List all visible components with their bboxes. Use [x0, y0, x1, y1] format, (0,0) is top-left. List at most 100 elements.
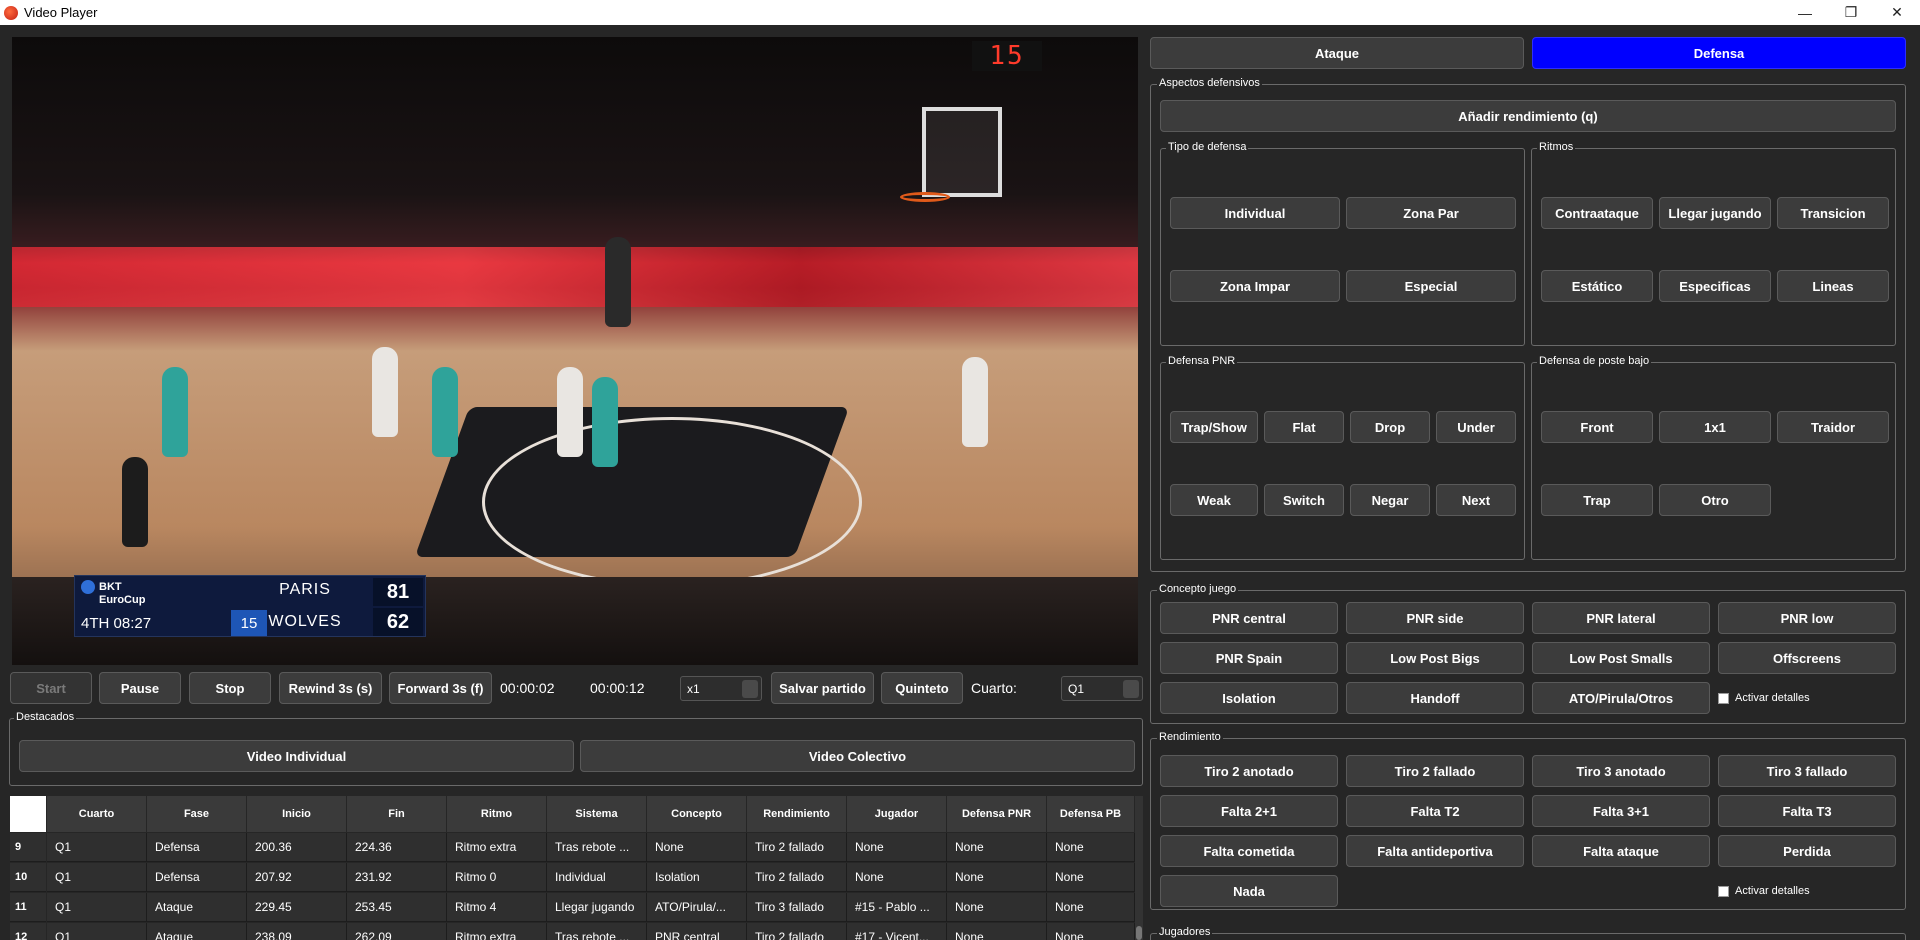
table-row[interactable]: 12 Q1 Ataque 238.09 262.09 Ritmo extra T…: [10, 923, 1135, 940]
table-cell[interactable]: None: [947, 893, 1047, 922]
concept-button[interactable]: PNR central: [1160, 602, 1338, 634]
pnr-defense-button[interactable]: Trap/Show: [1170, 411, 1258, 443]
tab-defensa[interactable]: Defensa: [1532, 37, 1906, 69]
table-cell[interactable]: None: [947, 863, 1047, 892]
table-cell[interactable]: 253.45: [347, 893, 447, 922]
concept-button[interactable]: PNR Spain: [1160, 642, 1338, 674]
start-button[interactable]: Start: [10, 672, 92, 704]
quarter-select[interactable]: Q1: [1061, 676, 1143, 701]
plays-table[interactable]: Cuarto Fase Inicio Fin Ritmo Sistema Con…: [10, 796, 1135, 940]
concept-button[interactable]: Low Post Bigs: [1346, 642, 1524, 674]
table-cell[interactable]: Ritmo extra: [447, 833, 547, 862]
table-cell[interactable]: 229.45: [247, 893, 347, 922]
defense-type-button[interactable]: Especial: [1346, 270, 1516, 302]
scrollbar-thumb[interactable]: [1136, 926, 1142, 940]
speed-select[interactable]: x1: [680, 676, 762, 701]
rewind-button[interactable]: Rewind 3s (s): [279, 672, 382, 704]
table-cell[interactable]: 224.36: [347, 833, 447, 862]
concept-button[interactable]: PNR lateral: [1532, 602, 1710, 634]
performance-button[interactable]: Tiro 3 fallado: [1718, 755, 1896, 787]
performance-button[interactable]: Tiro 3 anotado: [1532, 755, 1710, 787]
table-cell[interactable]: Tras rebote ...: [547, 833, 647, 862]
table-cell[interactable]: 262.09: [347, 923, 447, 940]
row-number[interactable]: 10: [10, 863, 46, 892]
concept-button[interactable]: PNR low: [1718, 602, 1896, 634]
forward-button[interactable]: Forward 3s (f): [389, 672, 492, 704]
table-cell[interactable]: Q1: [47, 833, 147, 862]
table-cell[interactable]: Ritmo 0: [447, 863, 547, 892]
rhythm-button[interactable]: Estático: [1541, 270, 1653, 302]
minimize-icon[interactable]: —: [1782, 0, 1828, 25]
table-cell[interactable]: Individual: [547, 863, 647, 892]
post-defense-button[interactable]: Otro: [1659, 484, 1771, 516]
pause-button[interactable]: Pause: [99, 672, 181, 704]
row-number[interactable]: 9: [10, 833, 46, 862]
stop-button[interactable]: Stop: [189, 672, 271, 704]
table-cell[interactable]: Llegar jugando: [547, 893, 647, 922]
table-cell[interactable]: 238.09: [247, 923, 347, 940]
post-defense-button[interactable]: Front: [1541, 411, 1653, 443]
column-header[interactable]: Defensa PNR: [947, 796, 1047, 832]
column-header[interactable]: Fin: [347, 796, 447, 832]
table-cell[interactable]: Ritmo 4: [447, 893, 547, 922]
table-cell[interactable]: Tiro 2 fallado: [747, 923, 847, 940]
rhythm-button[interactable]: Lineas: [1777, 270, 1889, 302]
concept-button[interactable]: Handoff: [1346, 682, 1524, 714]
table-row[interactable]: 11 Q1 Ataque 229.45 253.45 Ritmo 4 Llega…: [10, 893, 1135, 923]
tab-ataque[interactable]: Ataque: [1150, 37, 1524, 69]
column-header[interactable]: Defensa PB: [1047, 796, 1135, 832]
checkbox-box[interactable]: [1718, 885, 1729, 897]
chevron-down-icon[interactable]: [742, 680, 758, 698]
column-header[interactable]: Jugador: [847, 796, 947, 832]
table-cell[interactable]: PNR central: [647, 923, 747, 940]
concept-button[interactable]: Isolation: [1160, 682, 1338, 714]
pnr-defense-button[interactable]: Switch: [1264, 484, 1344, 516]
performance-button[interactable]: Tiro 2 fallado: [1346, 755, 1524, 787]
table-cell[interactable]: #15 - Pablo ...: [847, 893, 947, 922]
table-cell[interactable]: None: [847, 833, 947, 862]
table-cell[interactable]: None: [1047, 833, 1135, 862]
column-header[interactable]: Concepto: [647, 796, 747, 832]
table-cell[interactable]: 207.92: [247, 863, 347, 892]
table-cell[interactable]: None: [1047, 863, 1135, 892]
table-cell[interactable]: Tiro 2 fallado: [747, 833, 847, 862]
table-cell[interactable]: Q1: [47, 863, 147, 892]
defense-type-button[interactable]: Zona Par: [1346, 197, 1516, 229]
table-cell[interactable]: None: [947, 833, 1047, 862]
performance-button[interactable]: Falta T2: [1346, 795, 1524, 827]
row-number[interactable]: 11: [10, 893, 46, 922]
table-cell[interactable]: None: [647, 833, 747, 862]
table-corner[interactable]: [10, 796, 46, 832]
table-cell[interactable]: Defensa: [147, 863, 247, 892]
pnr-defense-button[interactable]: Flat: [1264, 411, 1344, 443]
pnr-defense-button[interactable]: Drop: [1350, 411, 1430, 443]
performance-button[interactable]: Falta antideportiva: [1346, 835, 1524, 867]
rhythm-button[interactable]: Contraataque: [1541, 197, 1653, 229]
column-header[interactable]: Fase: [147, 796, 247, 832]
performance-button[interactable]: Falta 2+1: [1160, 795, 1338, 827]
column-header[interactable]: Sistema: [547, 796, 647, 832]
performance-button[interactable]: Falta T3: [1718, 795, 1896, 827]
add-performance-button[interactable]: Añadir rendimiento (q): [1160, 100, 1896, 132]
table-row[interactable]: 9 Q1 Defensa 200.36 224.36 Ritmo extra T…: [10, 833, 1135, 863]
concept-button[interactable]: Low Post Smalls: [1532, 642, 1710, 674]
table-cell[interactable]: Tiro 3 fallado: [747, 893, 847, 922]
video-colectivo-button[interactable]: Video Colectivo: [580, 740, 1135, 772]
post-defense-button[interactable]: Traidor: [1777, 411, 1889, 443]
performance-button[interactable]: Falta 3+1: [1532, 795, 1710, 827]
performance-details-checkbox[interactable]: Activar detalles: [1718, 883, 1810, 899]
performance-button[interactable]: Nada: [1160, 875, 1338, 907]
concept-details-checkbox[interactable]: Activar detalles: [1718, 690, 1810, 706]
video-frame[interactable]: 15 BKT EuroCup PARIS 81 WOLVES 62 4TH 08:…: [12, 37, 1138, 665]
pnr-defense-button[interactable]: Negar: [1350, 484, 1430, 516]
performance-button[interactable]: Falta ataque: [1532, 835, 1710, 867]
table-cell[interactable]: None: [947, 923, 1047, 940]
column-header[interactable]: Ritmo: [447, 796, 547, 832]
concept-button[interactable]: PNR side: [1346, 602, 1524, 634]
column-header[interactable]: Rendimiento: [747, 796, 847, 832]
table-cell[interactable]: Isolation: [647, 863, 747, 892]
row-number[interactable]: 12: [10, 923, 46, 940]
table-cell[interactable]: #17 - Vicent...: [847, 923, 947, 940]
table-cell[interactable]: Ataque: [147, 893, 247, 922]
quintet-button[interactable]: Quinteto: [881, 672, 963, 704]
